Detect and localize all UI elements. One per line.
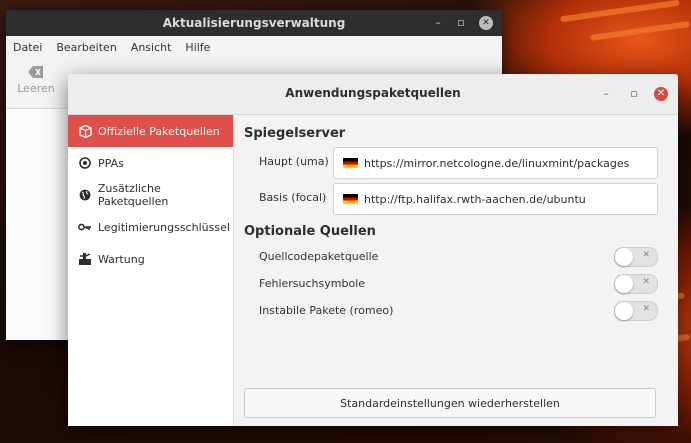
toggle-off-icon: ✕ xyxy=(642,277,650,287)
main-mirror-url: https://mirror.netcologne.de/linuxmint/p… xyxy=(364,156,630,170)
menu-hilfe[interactable]: Hilfe xyxy=(185,41,210,54)
menu-bearbeiten[interactable]: Bearbeiten xyxy=(56,41,116,54)
maximize-button[interactable]: ▫ xyxy=(454,16,468,30)
dialog-titlebar: Anwendungspaketquellen – ▫ ✕ xyxy=(68,74,678,115)
ppa-icon xyxy=(78,156,92,170)
sidebar-item-keys[interactable]: Legitimierungsschlüssel xyxy=(68,211,233,243)
key-icon xyxy=(78,220,92,234)
package-icon xyxy=(78,124,92,138)
debug-symbols-toggle[interactable]: ✕ xyxy=(614,274,658,294)
unstable-packages-toggle[interactable]: ✕ xyxy=(614,301,658,321)
sidebar-item-label: Wartung xyxy=(98,252,145,266)
source-code-toggle[interactable]: ✕ xyxy=(614,247,658,267)
toggle-off-icon: ✕ xyxy=(642,250,650,260)
toggle-knob xyxy=(615,275,633,293)
sidebar: Offizielle Paketquellen PPAs Zusätzliche… xyxy=(68,115,234,426)
mirrors-heading: Spiegelserver xyxy=(244,126,346,141)
clear-button[interactable]: Leeren xyxy=(16,66,56,95)
toggle-off-icon: ✕ xyxy=(642,304,650,314)
update-manager-titlebar: Aktualisierungsverwaltung – ▫ ✕ xyxy=(6,10,502,36)
dialog-title: Anwendungspaketquellen xyxy=(285,86,461,100)
sidebar-item-ppas[interactable]: PPAs xyxy=(68,147,233,179)
sidebar-item-official[interactable]: Offizielle Paketquellen xyxy=(68,115,233,147)
germany-flag-icon xyxy=(343,194,358,204)
minimize-button[interactable]: – xyxy=(431,16,445,30)
sidebar-item-label: Legitimierungsschlüssel xyxy=(98,220,230,234)
wallpaper-streak xyxy=(590,21,690,41)
source-code-label: Quellcodepaketquelle xyxy=(259,250,379,263)
menu-datei[interactable]: Datei xyxy=(13,41,42,54)
optional-sources-heading: Optionale Quellen xyxy=(244,224,376,239)
sidebar-item-maintenance[interactable]: Wartung xyxy=(68,243,233,275)
globe-icon xyxy=(78,188,92,202)
clear-icon xyxy=(28,66,44,78)
base-mirror-label: Basis (focal) xyxy=(259,191,327,204)
base-mirror-url: http://ftp.halifax.rwth-aachen.de/ubuntu xyxy=(364,192,586,206)
close-button[interactable]: ✕ xyxy=(479,16,493,30)
clear-label: Leeren xyxy=(17,82,55,95)
wallpaper-streak xyxy=(560,0,680,23)
main-mirror-label: Haupt (uma) xyxy=(259,155,329,168)
software-sources-dialog: Anwendungspaketquellen – ▫ ✕ Offizielle … xyxy=(68,74,678,426)
sidebar-item-label: Offizielle Paketquellen xyxy=(98,124,220,138)
main-panel: Spiegelserver Haupt (uma) https://mirror… xyxy=(234,115,678,426)
toggle-knob xyxy=(615,302,633,320)
dialog-maximize-button[interactable]: ▫ xyxy=(627,87,641,101)
menubar: Datei Bearbeiten Ansicht Hilfe xyxy=(6,36,502,58)
debug-symbols-label: Fehlersuchsymbole xyxy=(259,277,366,290)
sidebar-item-label: Zusätzliche Paketquellen xyxy=(97,182,169,208)
menu-ansicht[interactable]: Ansicht xyxy=(131,41,172,54)
main-mirror-button[interactable]: https://mirror.netcologne.de/linuxmint/p… xyxy=(333,147,658,179)
unstable-packages-label: Instabile Pakete (romeo) xyxy=(259,304,394,317)
update-manager-title: Aktualisierungsverwaltung xyxy=(162,16,346,30)
toggle-knob xyxy=(615,248,633,266)
sidebar-item-additional[interactable]: Zusätzliche Paketquellen xyxy=(68,179,233,211)
maintenance-icon xyxy=(78,252,92,266)
dialog-close-button[interactable]: ✕ xyxy=(654,87,668,101)
germany-flag-icon xyxy=(343,158,358,168)
dialog-minimize-button[interactable]: – xyxy=(599,87,613,101)
restore-defaults-button[interactable]: Standardeinstellungen wiederherstellen xyxy=(244,388,656,418)
base-mirror-button[interactable]: http://ftp.halifax.rwth-aachen.de/ubuntu xyxy=(333,183,658,215)
sidebar-item-label: PPAs xyxy=(98,156,124,170)
